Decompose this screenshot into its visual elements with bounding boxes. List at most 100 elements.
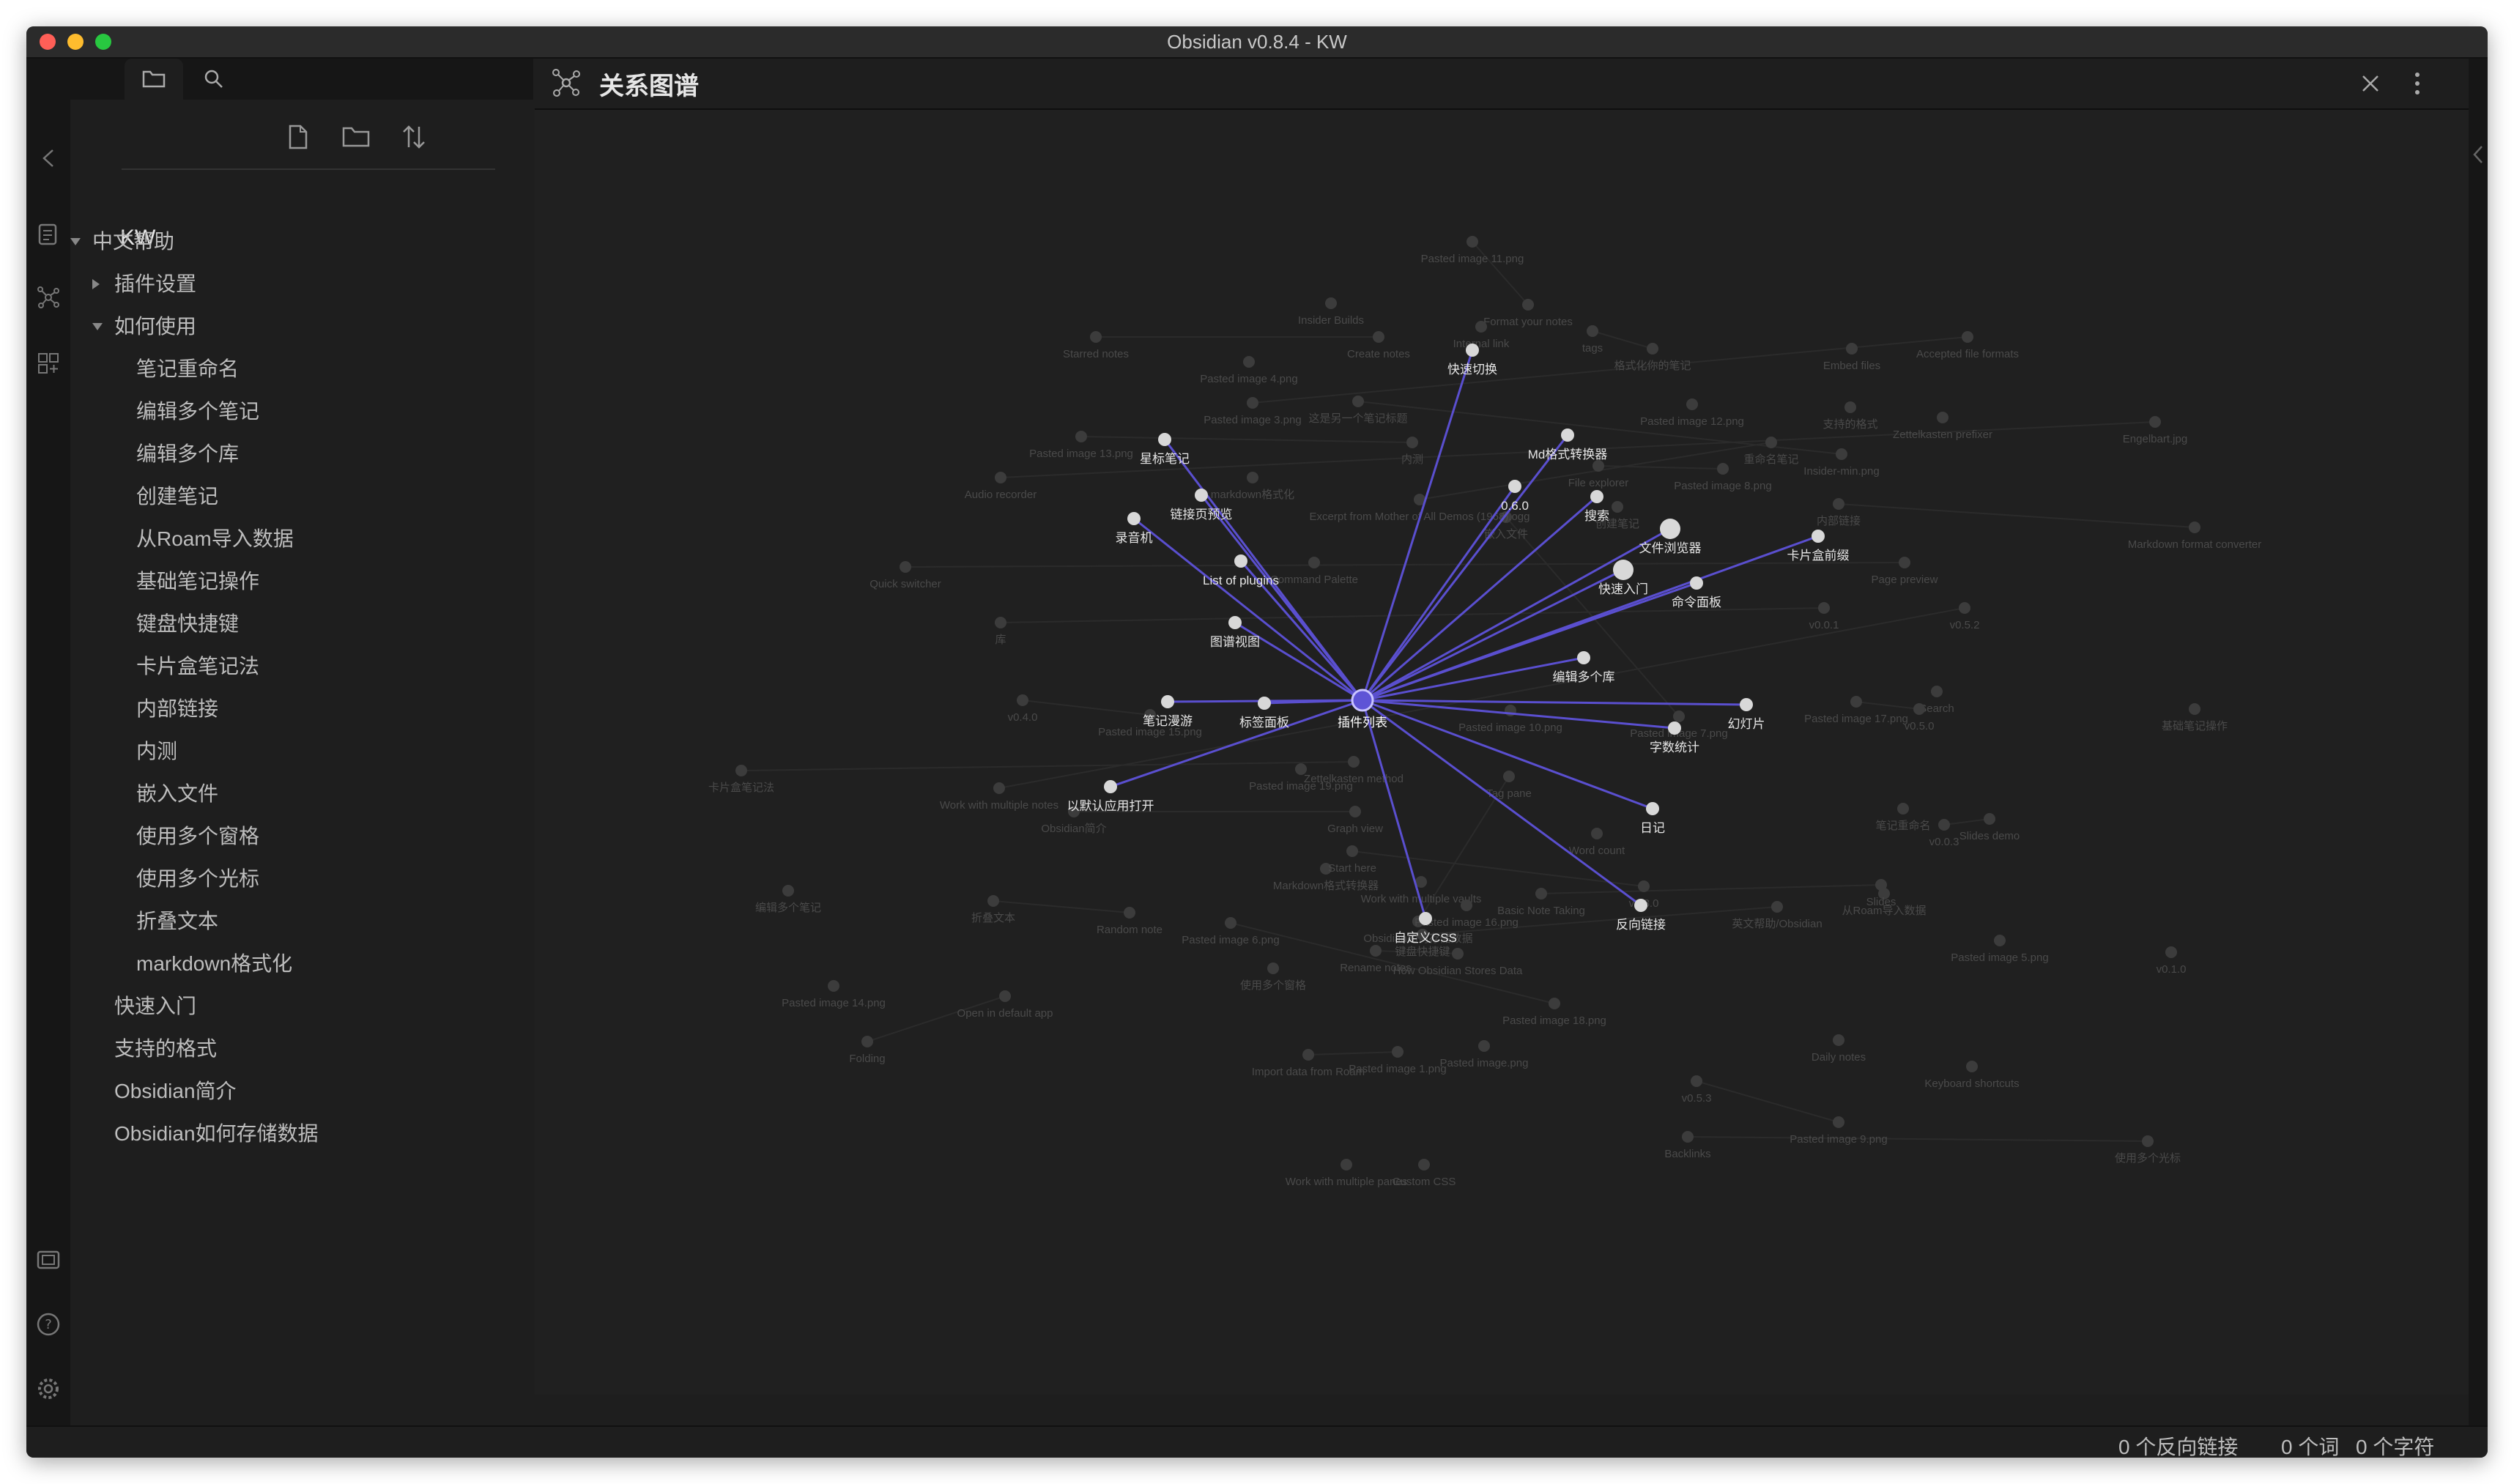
graph-node-faded[interactable]: [1549, 998, 1560, 1009]
tree-item[interactable]: markdown格式化: [136, 946, 292, 982]
graph-node-faded[interactable]: [1612, 501, 1623, 513]
graph-node-faded[interactable]: [2165, 946, 2177, 958]
graph-node-faded[interactable]: [1717, 463, 1729, 475]
graph-node-faded[interactable]: [1771, 901, 1783, 913]
tree-item[interactable]: 内测: [136, 733, 177, 770]
graph-node-faded[interactable]: [1075, 431, 1087, 442]
graph-node-faded[interactable]: [1938, 819, 1950, 831]
graph-node-faded[interactable]: [1931, 686, 1943, 697]
graph-node-faded[interactable]: [1846, 343, 1858, 355]
graph-node-faded[interactable]: [1913, 703, 1925, 715]
tree-item[interactable]: 卡片盒笔记法: [136, 648, 259, 685]
graph-node-faded[interactable]: [1833, 1034, 1844, 1046]
search-icon[interactable]: [185, 59, 243, 100]
graph-canvas[interactable]: Pasted image 11.png Insider Builds Format …: [535, 110, 2469, 1395]
graph-node-faded[interactable]: [1984, 813, 1995, 825]
graph-node-faded[interactable]: [1844, 401, 1856, 413]
graph-node-faded[interactable]: [1686, 398, 1698, 410]
graph-node-faded[interactable]: [1897, 803, 1909, 815]
graph-node-faded[interactable]: [1325, 297, 1337, 309]
graph-node-faded[interactable]: [1899, 557, 1910, 568]
graph-node-faded[interactable]: [1352, 396, 1364, 407]
graph-node[interactable]: [1508, 480, 1521, 493]
graph-node-faded[interactable]: [1090, 331, 1102, 343]
graph-node-faded[interactable]: [1243, 356, 1255, 368]
graph-node-faded[interactable]: [1466, 236, 1478, 248]
graph-node-faded[interactable]: [2189, 522, 2200, 533]
graph-node[interactable]: [1613, 560, 1634, 580]
graph-node-faded[interactable]: [1225, 917, 1236, 929]
graph-node-faded[interactable]: [1452, 948, 1464, 960]
graph-node-faded[interactable]: [1691, 1075, 1702, 1087]
graph-node-faded[interactable]: [1638, 880, 1650, 892]
graph-node-faded[interactable]: [1673, 711, 1685, 722]
graph-node-faded[interactable]: [1461, 899, 1472, 911]
graph-node-faded[interactable]: [1247, 397, 1258, 409]
tree-item[interactable]: 插件设置: [92, 266, 196, 303]
graph-node-faded[interactable]: [1765, 437, 1777, 448]
graph-node-faded[interactable]: [861, 1036, 873, 1047]
more-options-icon[interactable]: [2410, 69, 2425, 102]
graph-node-faded[interactable]: [1937, 412, 1948, 423]
graph-node[interactable]: [1258, 697, 1271, 710]
graph-node-faded[interactable]: [1406, 437, 1418, 448]
graph-node-faded[interactable]: [1592, 460, 1604, 472]
graph-node-faded[interactable]: [1302, 1049, 1314, 1061]
graph-node-faded[interactable]: [2142, 1135, 2154, 1147]
graph-node-faded[interactable]: [1875, 879, 1887, 891]
graph-node-faded[interactable]: [1247, 472, 1258, 483]
graph-node-faded[interactable]: [1682, 1131, 1694, 1143]
tree-item[interactable]: Obsidian如何存储数据: [114, 1116, 319, 1152]
file-list-icon[interactable]: [34, 220, 63, 249]
tree-item[interactable]: 支持的格式: [114, 1031, 217, 1067]
graph-node-faded[interactable]: [1503, 771, 1515, 782]
graph-node-faded[interactable]: [900, 561, 911, 573]
tree-item[interactable]: Obsidian简介: [114, 1073, 237, 1110]
graph-node[interactable]: [1158, 433, 1171, 446]
graph-node-faded[interactable]: [1535, 888, 1547, 899]
graph-icon[interactable]: [34, 283, 63, 312]
graph-node-faded[interactable]: [1349, 806, 1361, 817]
settings-icon[interactable]: [34, 1374, 63, 1403]
graph-node-faded[interactable]: [1370, 945, 1382, 957]
graph-node[interactable]: [1234, 554, 1247, 568]
graph-node[interactable]: [1646, 802, 1659, 815]
graph-node-faded[interactable]: [1295, 763, 1307, 775]
graph-node[interactable]: [1634, 899, 1647, 912]
expand-triangle-icon[interactable]: [92, 279, 100, 289]
graph-node[interactable]: [1740, 698, 1753, 711]
graph-node-faded[interactable]: [1836, 448, 1847, 460]
graph-node[interactable]: [1228, 616, 1242, 629]
chevron-left-icon[interactable]: [34, 144, 63, 173]
graph-node-faded[interactable]: [1418, 1159, 1430, 1170]
graph-node-faded[interactable]: [1017, 694, 1028, 706]
graph-node-faded[interactable]: [2149, 416, 2161, 428]
graph-node-faded[interactable]: [1475, 321, 1487, 333]
graph-node-faded[interactable]: [1850, 696, 1862, 708]
collapse-triangle-icon[interactable]: [92, 323, 103, 330]
graph-node-faded[interactable]: [782, 885, 794, 897]
tree-item[interactable]: 编辑多个库: [136, 436, 239, 472]
new-note-icon[interactable]: [280, 119, 316, 155]
graph-node[interactable]: [1561, 428, 1574, 442]
graph-node-faded[interactable]: [993, 782, 1005, 794]
graph-node[interactable]: [1668, 721, 1681, 735]
graph-node-faded[interactable]: [1392, 1046, 1404, 1058]
graph-node-faded[interactable]: [1833, 1116, 1844, 1128]
graph-node-faded[interactable]: [1587, 325, 1598, 337]
graph-node-faded[interactable]: [1124, 907, 1135, 919]
graph-node[interactable]: [1660, 519, 1680, 539]
graph-node-faded[interactable]: [1478, 1040, 1490, 1052]
graph-node-faded[interactable]: [999, 990, 1011, 1002]
graph-node-faded[interactable]: [987, 895, 999, 907]
graph-node-faded[interactable]: [1341, 1159, 1352, 1170]
tree-item[interactable]: 键盘快捷键: [136, 606, 239, 642]
tree-item[interactable]: 使用多个窗格: [136, 818, 259, 855]
chevron-left-icon[interactable]: [2470, 144, 2486, 169]
graph-node-faded[interactable]: [2189, 703, 2200, 715]
graph-node-faded[interactable]: [995, 472, 1006, 483]
graph-node-faded[interactable]: [1966, 1061, 1978, 1072]
graph-node-faded[interactable]: [995, 617, 1006, 628]
graph-node-faded[interactable]: [1522, 299, 1534, 311]
graph-node-faded[interactable]: [1591, 828, 1603, 839]
